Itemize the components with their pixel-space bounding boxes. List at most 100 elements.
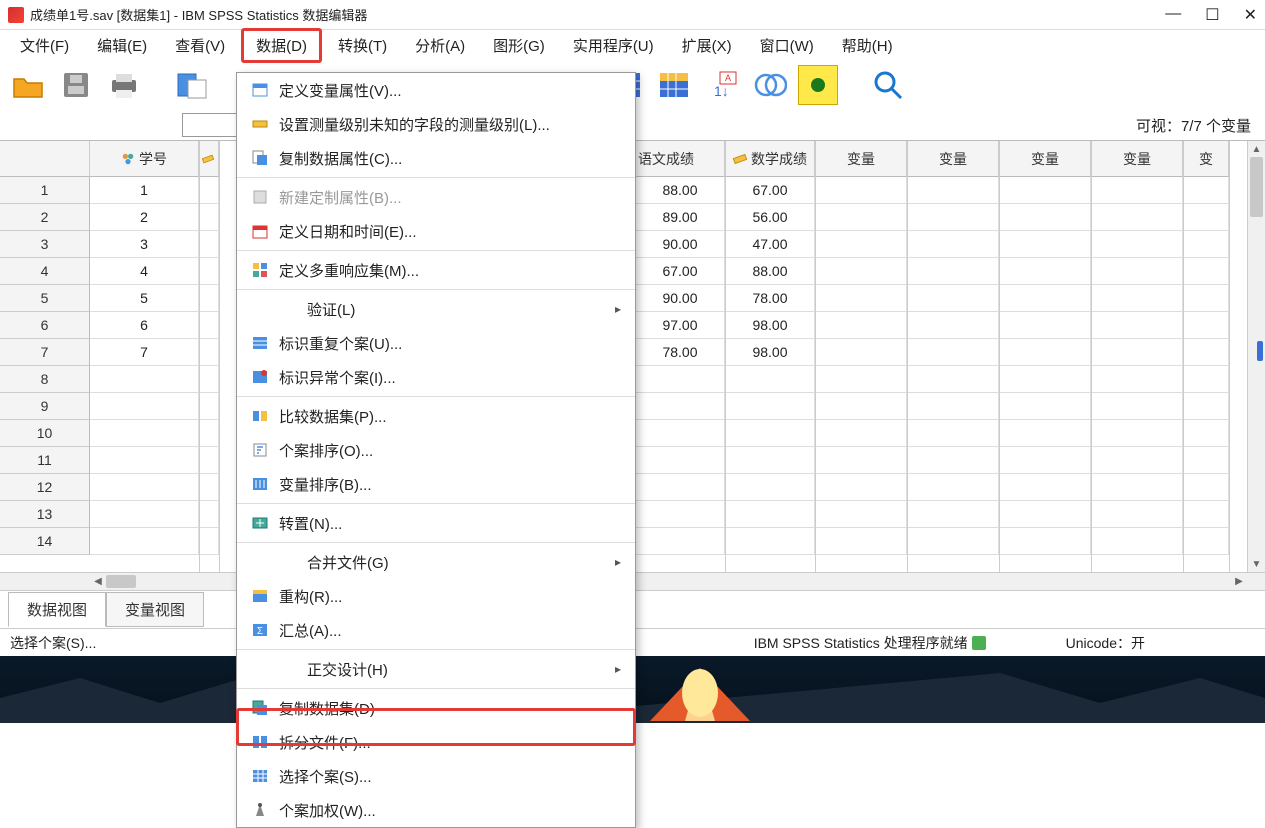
vertical-scroll-thumb[interactable]: [1250, 157, 1263, 217]
data-cell[interactable]: [636, 366, 725, 393]
data-cell[interactable]: [726, 474, 815, 501]
data-cell[interactable]: [816, 366, 907, 393]
data-cell[interactable]: [816, 312, 907, 339]
menu-transform[interactable]: 转换(T): [326, 31, 399, 60]
data-cell[interactable]: [908, 528, 999, 555]
data-cell[interactable]: [908, 474, 999, 501]
data-cell[interactable]: [636, 447, 725, 474]
data-cell[interactable]: [1184, 339, 1229, 366]
data-cell[interactable]: [816, 393, 907, 420]
menu-help[interactable]: 帮助(H): [830, 31, 905, 60]
minimize-button[interactable]: ―: [1165, 5, 1181, 25]
data-cell[interactable]: [1184, 447, 1229, 474]
data-cell[interactable]: [1184, 204, 1229, 231]
data-cell[interactable]: [90, 447, 199, 474]
save-button[interactable]: [56, 65, 96, 105]
horizontal-scroll-thumb[interactable]: [106, 575, 136, 588]
data-cell[interactable]: [1184, 501, 1229, 528]
data-cell[interactable]: [1092, 420, 1183, 447]
data-cell[interactable]: 5: [90, 285, 199, 312]
menu-item-15[interactable]: Σ 汇总(A)...: [237, 613, 635, 647]
data-cell[interactable]: 90.00: [636, 231, 725, 258]
data-cell[interactable]: [908, 258, 999, 285]
data-cell[interactable]: [200, 447, 219, 474]
data-cell[interactable]: [1000, 312, 1091, 339]
row-header[interactable]: 14: [0, 528, 90, 555]
menu-item-2[interactable]: 复制数据属性(C)...: [237, 141, 635, 175]
data-cell[interactable]: [1000, 339, 1091, 366]
data-cell[interactable]: 56.00: [726, 204, 815, 231]
menu-item-6[interactable]: 验证(L) ▸: [237, 292, 635, 326]
data-cell[interactable]: [1092, 339, 1183, 366]
data-cell[interactable]: 7: [90, 339, 199, 366]
data-cell[interactable]: 47.00: [726, 231, 815, 258]
data-cell[interactable]: [816, 258, 907, 285]
insert-var-button[interactable]: A1↓: [702, 65, 742, 105]
data-cell[interactable]: [1184, 393, 1229, 420]
row-header[interactable]: 2: [0, 204, 90, 231]
data-cell[interactable]: [1184, 285, 1229, 312]
data-cell[interactable]: [200, 177, 219, 204]
menu-item-7[interactable]: 标识重复个案(U)...: [237, 326, 635, 360]
data-cell[interactable]: [1092, 366, 1183, 393]
row-header[interactable]: 7: [0, 339, 90, 366]
row-header[interactable]: 10: [0, 420, 90, 447]
recall-dialog-button[interactable]: [172, 65, 212, 105]
data-cell[interactable]: [1092, 204, 1183, 231]
data-cell[interactable]: [1000, 285, 1091, 312]
data-cell[interactable]: [908, 204, 999, 231]
data-cell[interactable]: 98.00: [726, 312, 815, 339]
col-header-id[interactable]: 学号: [90, 141, 199, 177]
data-cell[interactable]: [200, 474, 219, 501]
data-cell[interactable]: [816, 339, 907, 366]
data-cell[interactable]: [1092, 285, 1183, 312]
data-cell[interactable]: [200, 231, 219, 258]
data-cell[interactable]: [816, 528, 907, 555]
menu-item-9[interactable]: 比较数据集(P)...: [237, 399, 635, 433]
data-cell[interactable]: [200, 393, 219, 420]
menu-item-11[interactable]: 变量排序(B)...: [237, 467, 635, 501]
data-cell[interactable]: [908, 339, 999, 366]
data-cell[interactable]: [908, 312, 999, 339]
data-cell[interactable]: [1092, 528, 1183, 555]
menu-item-14[interactable]: 重构(R)...: [237, 579, 635, 613]
data-cell[interactable]: [200, 339, 219, 366]
col-header-empty-2[interactable]: 变量: [908, 141, 999, 177]
data-cell[interactable]: [726, 366, 815, 393]
data-cell[interactable]: [636, 501, 725, 528]
vertical-scrollbar[interactable]: ▲ ▼: [1247, 141, 1265, 572]
data-cell[interactable]: [726, 528, 815, 555]
menu-edit[interactable]: 编辑(E): [85, 31, 159, 60]
data-cell[interactable]: [1000, 366, 1091, 393]
menu-item-10[interactable]: 个案排序(O)...: [237, 433, 635, 467]
row-header[interactable]: 12: [0, 474, 90, 501]
data-cell[interactable]: [816, 231, 907, 258]
print-button[interactable]: [104, 65, 144, 105]
data-cell[interactable]: [90, 393, 199, 420]
menu-data[interactable]: 数据(D): [241, 28, 322, 63]
data-cell[interactable]: 4: [90, 258, 199, 285]
data-cell[interactable]: [636, 420, 725, 447]
row-header[interactable]: 9: [0, 393, 90, 420]
data-cell[interactable]: 6: [90, 312, 199, 339]
data-cell[interactable]: [90, 366, 199, 393]
data-cell[interactable]: [200, 366, 219, 393]
row-header[interactable]: 5: [0, 285, 90, 312]
menu-graphs[interactable]: 图形(G): [481, 31, 557, 60]
menu-item-20[interactable]: 个案加权(W)...: [237, 793, 635, 827]
menu-file[interactable]: 文件(F): [8, 31, 81, 60]
data-cell[interactable]: [1184, 528, 1229, 555]
menu-item-13[interactable]: 合并文件(G) ▸: [237, 545, 635, 579]
menu-item-4[interactable]: 定义日期和时间(E)...: [237, 214, 635, 248]
data-cell[interactable]: [1092, 447, 1183, 474]
menu-item-18[interactable]: 拆分文件(F)...: [237, 725, 635, 759]
data-cell[interactable]: [200, 420, 219, 447]
data-cell[interactable]: [636, 393, 725, 420]
data-cell[interactable]: [1000, 258, 1091, 285]
data-cell[interactable]: [636, 528, 725, 555]
data-cell[interactable]: [636, 474, 725, 501]
menu-item-1[interactable]: 设置测量级别未知的字段的测量级别(L)...: [237, 107, 635, 141]
data-cell[interactable]: [1092, 501, 1183, 528]
data-cell[interactable]: 78.00: [636, 339, 725, 366]
row-header[interactable]: 13: [0, 501, 90, 528]
